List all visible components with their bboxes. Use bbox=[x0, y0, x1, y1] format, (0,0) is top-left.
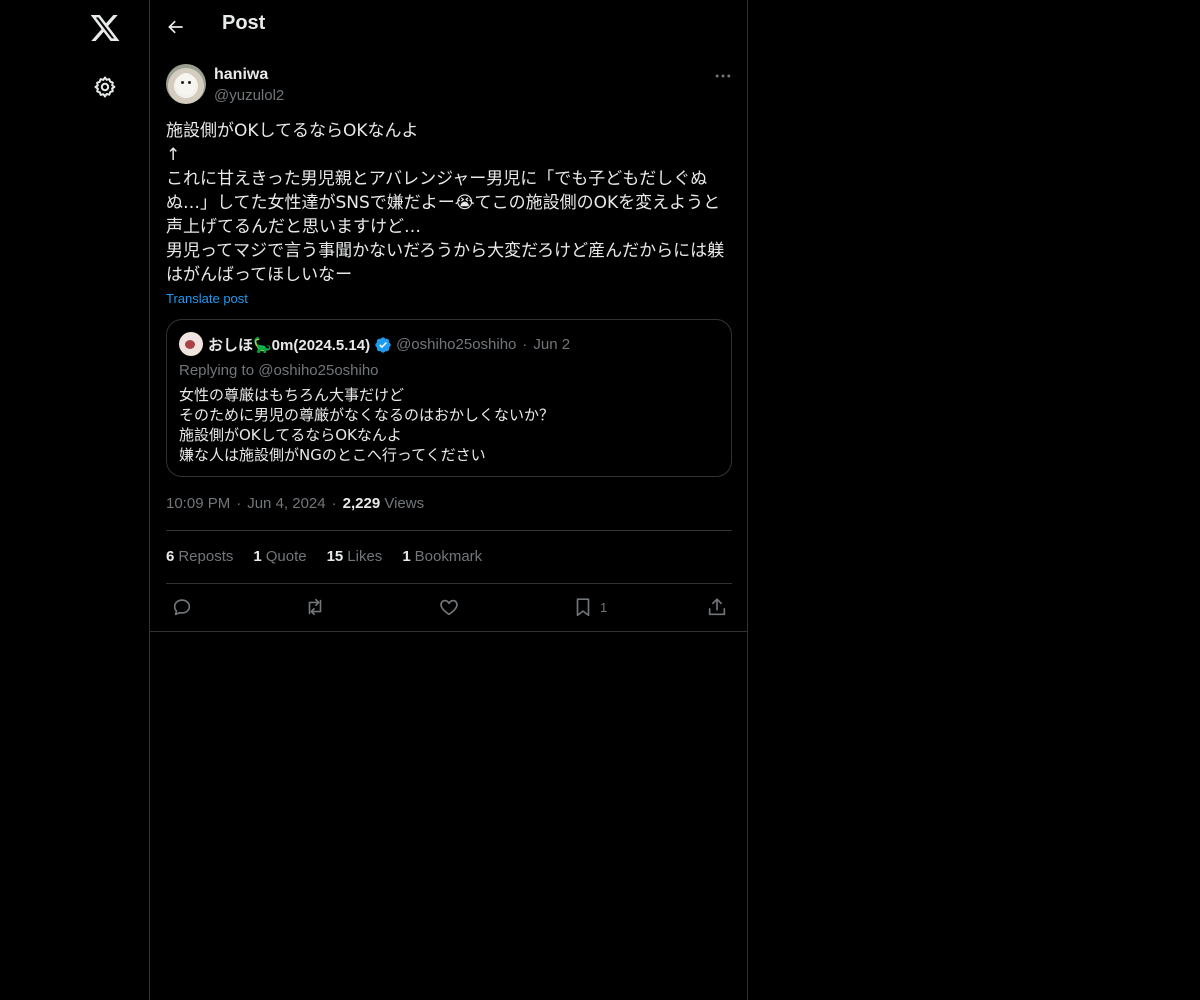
bookmark-icon bbox=[576, 598, 590, 617]
verified-badge-icon bbox=[375, 336, 391, 353]
views-count: 2,229 bbox=[342, 495, 381, 512]
quote-text: 女性の尊厳はもちろん大事だけど そのために男児の尊厳がなくなるのはおかしくないか… bbox=[179, 386, 555, 464]
quote-replying-to: Replying to @oshiho25oshiho bbox=[179, 362, 379, 379]
quote-header: おしほ🦕0m(2024.5.14) @oshiho25oshiho · Jun … bbox=[208, 334, 570, 355]
reposts-stat[interactable]: 6 Reposts bbox=[166, 548, 233, 565]
post-author: haniwa @yuzulol2 bbox=[166, 64, 733, 108]
divider bbox=[166, 583, 732, 584]
more-icon[interactable] bbox=[713, 66, 733, 86]
action-bar: 1 bbox=[166, 595, 732, 619]
quotes-stat[interactable]: 1 Quote bbox=[253, 548, 306, 565]
author-handle[interactable]: @yuzulol2 bbox=[214, 87, 284, 104]
quoted-post[interactable]: おしほ🦕0m(2024.5.14) @oshiho25oshiho · Jun … bbox=[166, 319, 732, 477]
reply-button[interactable] bbox=[171, 595, 193, 619]
divider bbox=[166, 530, 732, 531]
author-display-name[interactable]: haniwa bbox=[214, 66, 268, 84]
avatar[interactable] bbox=[166, 64, 206, 104]
repost-button[interactable] bbox=[304, 595, 326, 619]
quote-avatar bbox=[179, 332, 203, 356]
bookmarks-stat[interactable]: 1 Bookmark bbox=[402, 548, 482, 565]
like-button[interactable] bbox=[438, 595, 460, 619]
like-icon bbox=[440, 599, 458, 616]
page-title: Post bbox=[222, 12, 266, 34]
gear-icon[interactable] bbox=[93, 75, 117, 99]
reply-icon bbox=[173, 599, 191, 616]
left-nav bbox=[0, 0, 149, 1000]
post-date[interactable]: Jun 4, 2024 bbox=[247, 495, 325, 512]
post-column: Post haniwa @yuzulol2 施設側がOKしてるならOKなんよ ↑… bbox=[149, 0, 748, 1000]
meta-separator: · bbox=[236, 495, 242, 512]
share-button[interactable] bbox=[706, 595, 728, 619]
post-time[interactable]: 10:09 PM bbox=[166, 495, 230, 512]
quote-separator: · bbox=[522, 336, 528, 353]
translate-post-link[interactable]: Translate post bbox=[166, 291, 248, 306]
views-label: Views bbox=[384, 495, 425, 512]
post-meta: 10:09 PM · Jun 4, 2024 · 2,229 Views bbox=[166, 495, 424, 512]
x-logo-icon[interactable] bbox=[89, 12, 121, 44]
bookmark-button[interactable]: 1 bbox=[572, 595, 607, 619]
bookmark-count: 1 bbox=[600, 599, 608, 615]
quote-date: Jun 2 bbox=[533, 336, 571, 353]
share-icon bbox=[708, 598, 726, 616]
repost-icon bbox=[308, 598, 322, 616]
top-bar: Post bbox=[150, 0, 747, 53]
post-stats: 6 Reposts 1 Quote 15 Likes 1 Bookmark bbox=[166, 548, 502, 565]
quote-display-name: おしほ🦕0m(2024.5.14) bbox=[208, 337, 371, 354]
meta-separator: · bbox=[331, 495, 337, 512]
quote-handle: @oshiho25oshiho bbox=[396, 336, 517, 353]
likes-stat[interactable]: 15 Likes bbox=[327, 548, 383, 565]
divider bbox=[150, 631, 747, 632]
post-text: 施設側がOKしてるならOKなんよ ↑ これに甘えきった男児親とアバレンジャー男児… bbox=[166, 121, 725, 285]
back-arrow-icon[interactable] bbox=[166, 17, 186, 37]
